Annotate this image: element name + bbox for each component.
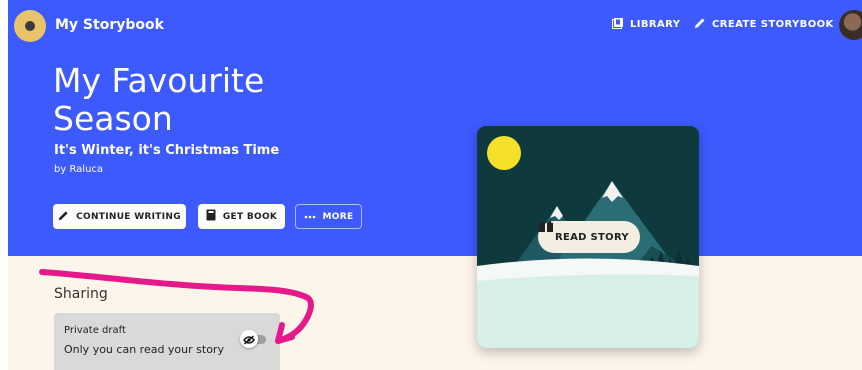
user-avatar[interactable] xyxy=(839,10,862,40)
app-title[interactable]: My Storybook xyxy=(55,17,164,33)
continue-writing-button[interactable]: CONTINUE WRITING xyxy=(53,204,186,229)
story-subtitle: It's Winter, it's Christmas Time xyxy=(54,143,280,158)
page: My Storybook LIBRARY CREATE STORYBOOK My… xyxy=(8,0,862,370)
read-story-button[interactable]: READ STORY xyxy=(538,221,640,253)
app-logo[interactable] xyxy=(14,10,46,42)
library-icon xyxy=(612,17,624,32)
privacy-toggle[interactable] xyxy=(240,330,268,348)
book-icon xyxy=(206,209,216,224)
privacy-label: Private draft xyxy=(64,325,126,336)
nav-library[interactable]: LIBRARY xyxy=(612,17,680,32)
eye-off-icon xyxy=(243,330,255,349)
nav-library-label: LIBRARY xyxy=(630,19,681,30)
story-title: My Favourite Season xyxy=(53,61,265,138)
book-cover-card[interactable]: READ STORY xyxy=(477,126,699,348)
privacy-description: Only you can read your story xyxy=(64,343,224,356)
privacy-setting-panel: Private draft Only you can read your sto… xyxy=(54,313,280,370)
story-author: by Raluca xyxy=(54,164,104,175)
more-label: MORE xyxy=(322,211,354,222)
sharing-heading: Sharing xyxy=(54,286,108,302)
pencil-icon xyxy=(58,210,69,224)
more-button[interactable]: MORE xyxy=(295,204,362,229)
nav-create-storybook[interactable]: CREATE STORYBOOK xyxy=(694,17,834,32)
more-dots-icon xyxy=(304,212,316,222)
get-book-button[interactable]: GET BOOK xyxy=(198,204,285,229)
toggle-knob xyxy=(240,330,258,348)
logo-dot xyxy=(25,21,35,31)
sun-icon xyxy=(487,136,521,170)
nav-create-label: CREATE STORYBOOK xyxy=(712,19,834,30)
read-story-label: READ STORY xyxy=(555,231,629,243)
get-book-label: GET BOOK xyxy=(222,211,278,222)
pencil-icon xyxy=(694,17,706,32)
continue-writing-label: CONTINUE WRITING xyxy=(76,211,181,222)
